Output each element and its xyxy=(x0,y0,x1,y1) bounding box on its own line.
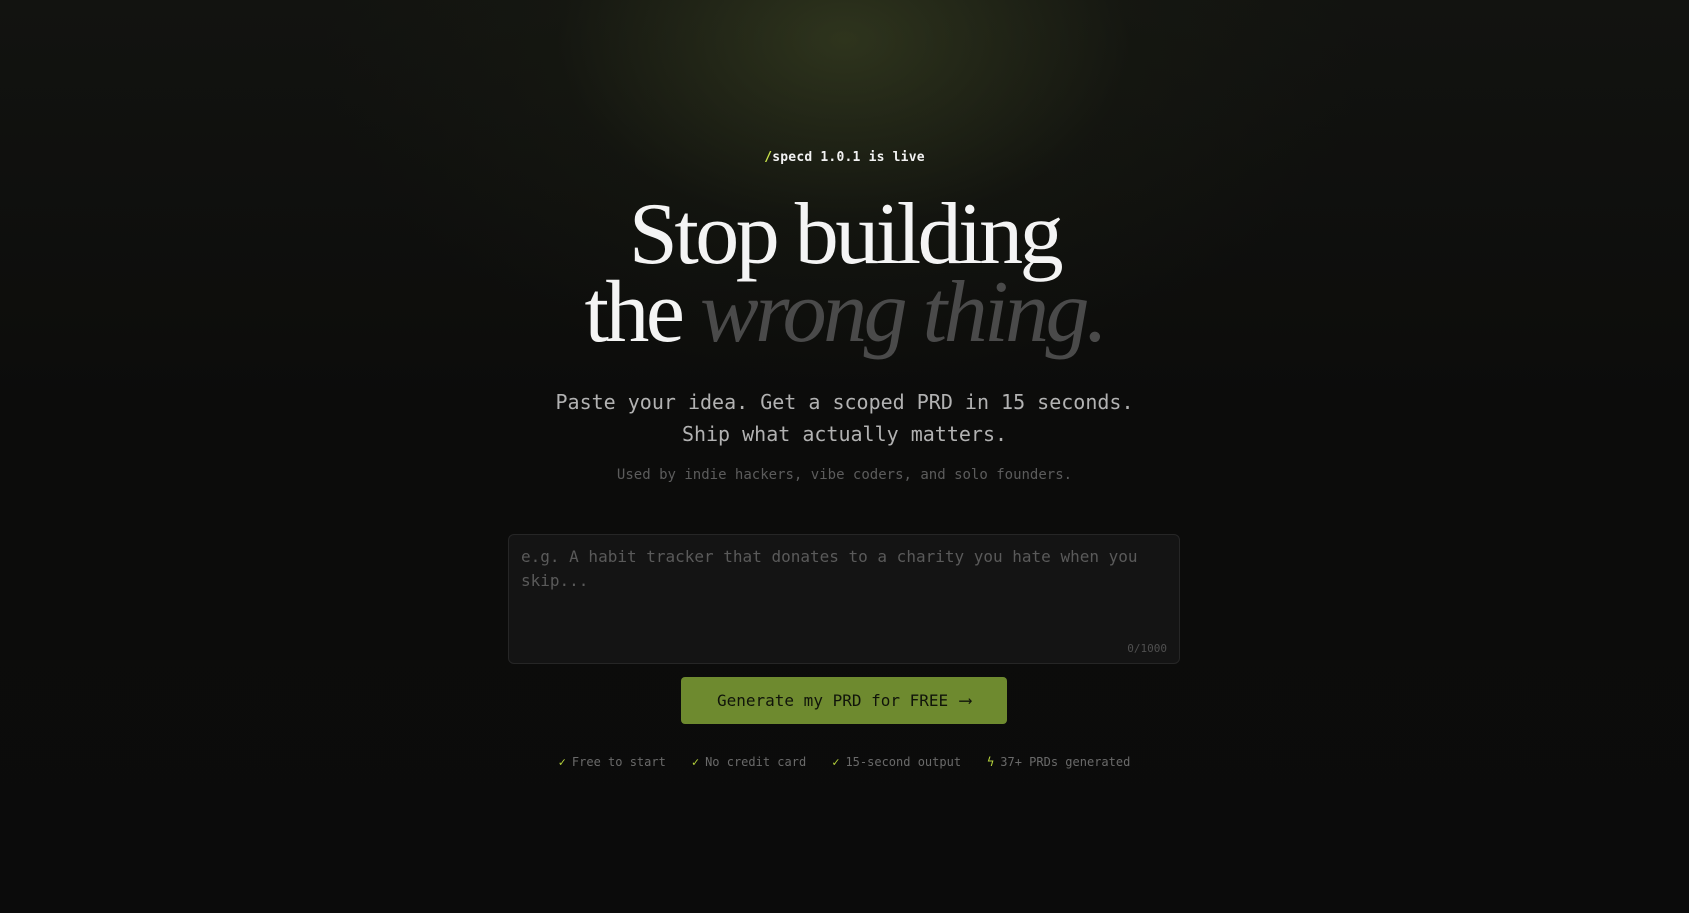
generate-prd-button[interactable]: Generate my PRD for FREE ⟶ xyxy=(681,677,1007,724)
perk-item: ✓ Free to start xyxy=(559,755,666,769)
perk-label: Free to start xyxy=(571,755,666,769)
badge-text: specd 1.0.1 is live xyxy=(772,150,925,165)
arrow-right-icon: ⟶ xyxy=(960,690,972,711)
headline-line-1: Stop building xyxy=(628,186,1064,283)
check-icon: ✓ xyxy=(558,755,566,769)
headline-line-2-plain: the xyxy=(584,264,700,361)
subheadline-line-2: Ship what actually matters. xyxy=(681,422,1008,446)
hero-section: /specd 1.0.1 is live Stop building the w… xyxy=(0,0,1689,913)
perk-label: 37+ PRDs generated xyxy=(1000,755,1131,769)
check-icon: ✓ xyxy=(691,755,700,769)
check-icon: ✓ xyxy=(832,755,840,769)
headline-emphasis: wrong thing. xyxy=(699,264,1108,361)
social-proof-text: Used by indie hackers, vibe coders, and … xyxy=(616,467,1073,483)
release-badge: /specd 1.0.1 is live xyxy=(0,150,1689,165)
perk-label: 15-second output xyxy=(845,755,962,769)
lightning-icon: ϟ xyxy=(987,755,995,769)
character-counter: 0/1000 xyxy=(1127,642,1167,655)
perk-label: No credit card xyxy=(705,755,807,769)
perk-item: ✓ 15-second output xyxy=(832,755,961,769)
generate-prd-label: Generate my PRD for FREE xyxy=(716,691,949,710)
perk-item: ϟ 37+ PRDs generated xyxy=(987,755,1130,769)
headline-line-2: the wrong thing. xyxy=(0,269,1689,357)
perks-list: ✓ Free to start ✓ No credit card ✓ 15-se… xyxy=(0,755,1689,769)
hero-subheadline: Paste your idea. Get a scoped PRD in 15 … xyxy=(0,386,1689,450)
hero-headline: Stop building the wrong thing. xyxy=(0,186,1689,357)
idea-input[interactable] xyxy=(521,545,1165,635)
idea-input-container: 0/1000 xyxy=(508,534,1180,664)
perk-item: ✓ No credit card xyxy=(692,755,806,769)
subheadline-line-1: Paste your idea. Get a scoped PRD in 15 … xyxy=(555,390,1134,414)
